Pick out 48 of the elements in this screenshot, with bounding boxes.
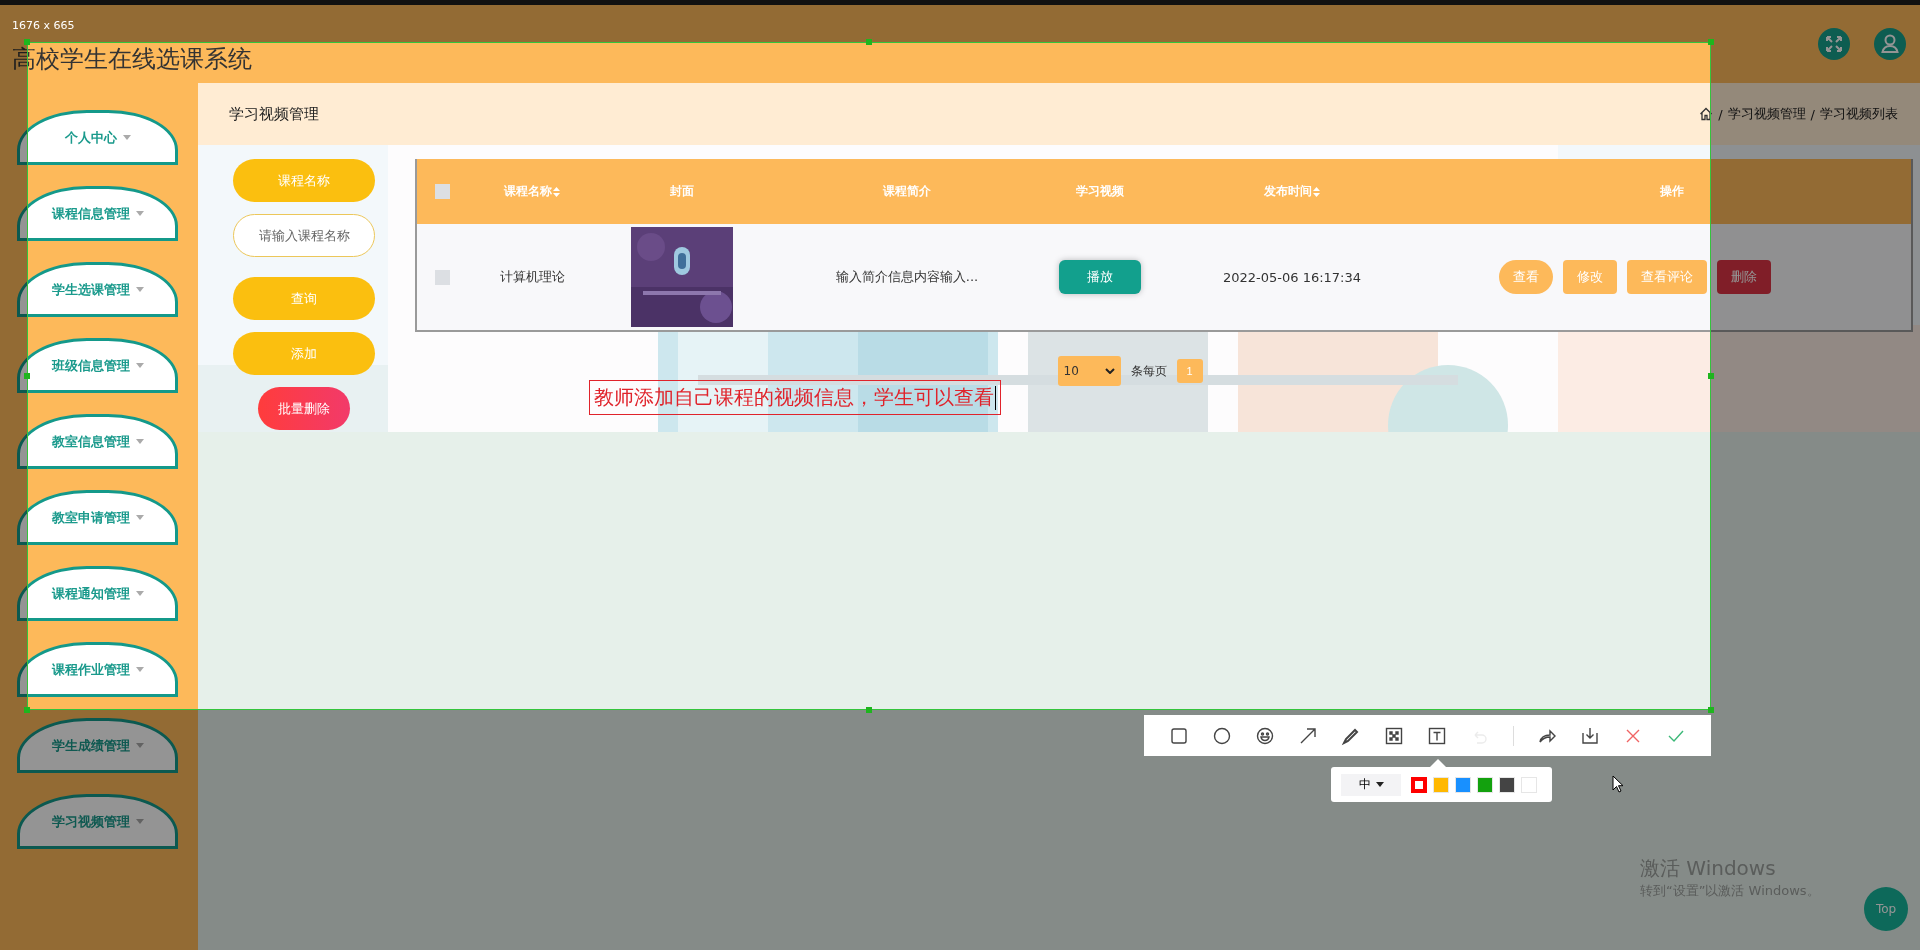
- mosaic-icon[interactable]: [1384, 725, 1405, 746]
- resize-handle[interactable]: [866, 39, 872, 45]
- caret-icon: [135, 667, 144, 672]
- text-tool-icon[interactable]: [1427, 725, 1447, 746]
- back-to-top-button[interactable]: Top: [1864, 887, 1908, 931]
- sidebar-item[interactable]: 课程通知管理: [17, 566, 178, 621]
- circle-icon[interactable]: [1212, 725, 1233, 746]
- size-label: 1676 x 665: [12, 19, 75, 32]
- caret-icon: [135, 287, 144, 292]
- resize-handle[interactable]: [24, 39, 30, 45]
- caret-icon: [135, 819, 144, 824]
- caret-icon: [135, 439, 144, 444]
- caret-icon: [135, 363, 144, 368]
- caret-icon: [135, 743, 144, 748]
- caret-icon: [135, 591, 144, 596]
- caret-icon: [135, 211, 144, 216]
- sidebar-item[interactable]: 课程信息管理: [17, 186, 178, 241]
- breadcrumb-separator: /: [1718, 106, 1723, 122]
- resize-handle[interactable]: [866, 707, 872, 713]
- breadcrumb-link[interactable]: 学习视频管理: [1727, 105, 1806, 123]
- color-swatch[interactable]: [1411, 776, 1427, 793]
- mouse-cursor-icon: [1612, 775, 1624, 793]
- resize-handle[interactable]: [24, 373, 30, 379]
- arrow-icon[interactable]: [1298, 725, 1319, 746]
- caret-icon: [1375, 782, 1384, 787]
- resize-handle[interactable]: [1708, 707, 1714, 713]
- page-title: 学习视频管理: [229, 104, 319, 124]
- sidebar-item[interactable]: 个人中心: [17, 110, 178, 165]
- resize-handle[interactable]: [24, 707, 30, 713]
- breadcrumb-link[interactable]: 学习视频列表: [1820, 105, 1898, 123]
- font-size-select[interactable]: 中: [1341, 773, 1401, 796]
- square-icon[interactable]: [1169, 725, 1190, 746]
- home-icon[interactable]: [1699, 107, 1714, 121]
- sidebar-item[interactable]: 班级信息管理: [17, 338, 178, 393]
- download-icon[interactable]: [1579, 725, 1600, 746]
- smiley-icon[interactable]: [1255, 725, 1276, 746]
- breadcrumb-separator: /: [1810, 106, 1815, 122]
- sidebar-item[interactable]: 课程作业管理: [17, 642, 178, 697]
- sidebar-item[interactable]: 教室申请管理: [17, 490, 178, 545]
- fullscreen-icon[interactable]: [1818, 28, 1850, 60]
- sidebar-item[interactable]: 学生选课管理: [17, 262, 178, 317]
- caret-icon: [122, 135, 131, 140]
- sidebar-item[interactable]: 学习视频管理: [17, 794, 178, 849]
- sidebar-item[interactable]: 教室信息管理: [17, 414, 178, 469]
- sidebar-item[interactable]: 学生成绩管理: [17, 718, 178, 773]
- user-icon[interactable]: [1874, 28, 1906, 60]
- resize-handle[interactable]: [1708, 39, 1714, 45]
- caret-icon: [135, 515, 144, 520]
